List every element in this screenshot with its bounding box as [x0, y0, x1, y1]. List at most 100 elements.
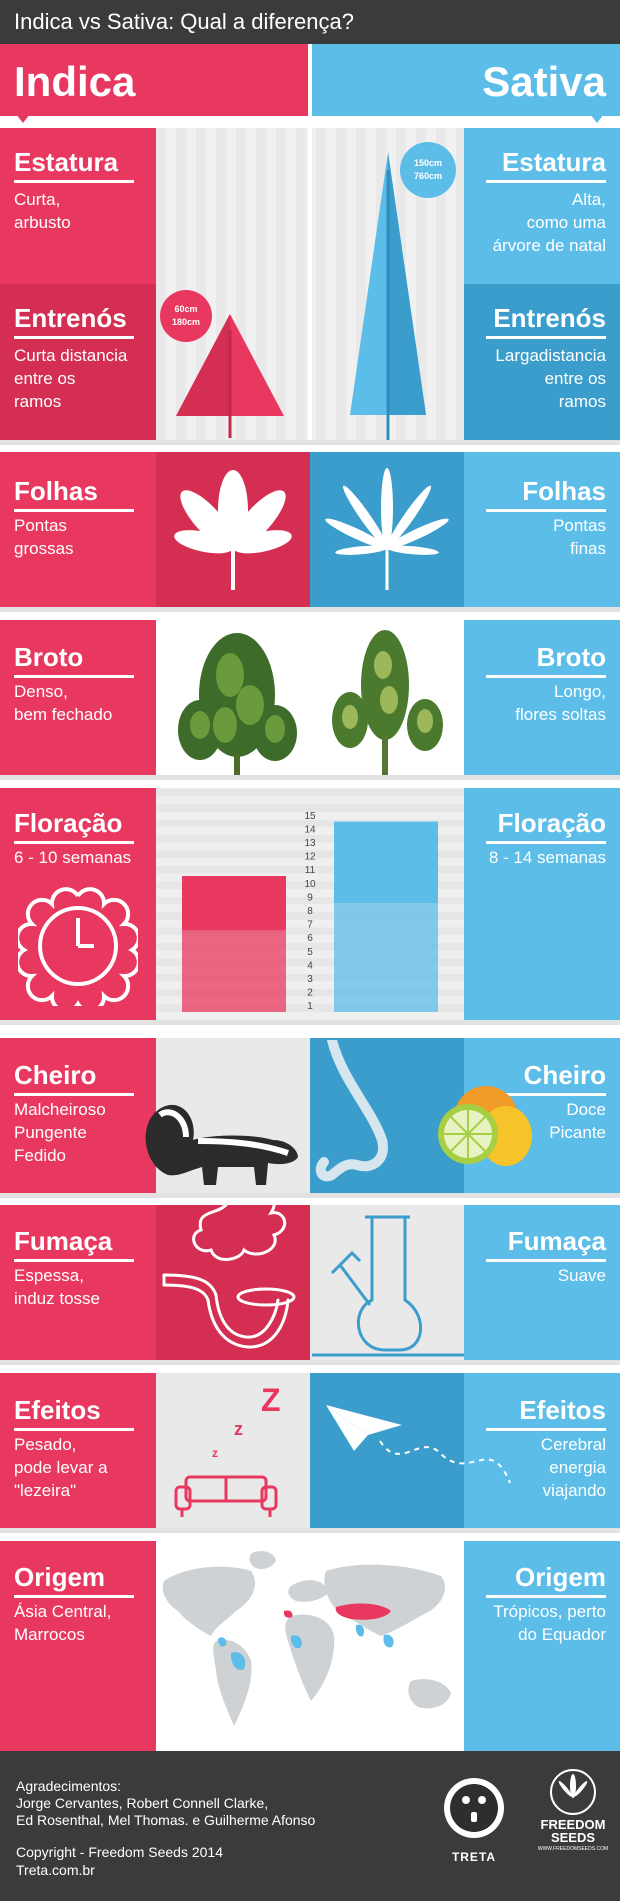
nose-icon: [315, 1040, 388, 1182]
heading-underline: [14, 841, 134, 844]
week-tick-label: 9: [307, 892, 313, 903]
folhas-heading-left: Folhas: [14, 476, 98, 506]
heading-underline: [14, 1595, 134, 1598]
heading-underline: [486, 336, 606, 339]
sativa-height-badge-text: 150cm 760cm: [413, 158, 443, 181]
flowering-weeks-chart: 15 14 13 12 11 10 9 8 7 6 5 4 3 2 1: [182, 811, 438, 1012]
broto-sativa-text: Longo, flores soltas: [515, 682, 606, 724]
week-tick-label: 15: [304, 811, 316, 822]
fumaca-heading-right: Fumaça: [507, 1226, 606, 1256]
indica-banner-pointer: [16, 114, 30, 123]
sativa-title: Sativa: [482, 58, 606, 105]
heading-underline: [14, 675, 134, 678]
efeitos-heading-right: Efeitos: [519, 1395, 606, 1425]
heading-underline: [486, 675, 606, 678]
origem-heading-left: Origem: [14, 1562, 106, 1592]
folhas-heading-right: Folhas: [522, 476, 606, 506]
estatura-sativa-text: Alta, como uma árvore de natal: [492, 190, 606, 255]
week-tick-label: 3: [307, 974, 313, 985]
pipe-icon: [162, 1205, 296, 1349]
week-tick-label: 11: [305, 865, 316, 876]
sativa-flowering-max-bar: [334, 821, 438, 904]
week-tick-label: 1: [307, 1001, 313, 1012]
broto-indica-text: Denso, bem fechado: [14, 682, 113, 724]
origem-sativa-text: Trópicos, perto do Equador: [493, 1602, 606, 1644]
fumaca-heading-left: Fumaça: [14, 1226, 113, 1256]
indica-bud-image: [178, 633, 297, 775]
efeitos-sativa-text: Cerebral energia viajando: [540, 1435, 606, 1500]
heading-underline: [14, 1428, 134, 1431]
indica-height-badge: 60cm 180cm: [160, 290, 212, 342]
week-tick-label: 14: [304, 824, 316, 835]
folhas-indica-text: Pontas grossas: [14, 516, 74, 558]
heading-underline: [486, 509, 606, 512]
origem-heading-right: Origem: [514, 1562, 606, 1592]
origem-indica-text: Ásia Central, Marrocos: [14, 1602, 112, 1644]
floracao-sativa-text: 8 - 14 semanas: [488, 848, 606, 867]
cheiro-sativa-text: Doce Picante: [549, 1100, 606, 1142]
week-tick-label: 8: [307, 906, 313, 917]
heading-underline: [14, 180, 134, 183]
heading-underline: [486, 180, 606, 183]
paper-plane-icon: [326, 1405, 511, 1484]
heading-underline: [486, 1259, 606, 1262]
footer-site-link[interactable]: Treta.com.br: [16, 1862, 95, 1878]
sativa-banner-pointer: [590, 114, 604, 123]
efeitos-indica-text: Pesado, pode levar a "lezeira": [14, 1435, 108, 1500]
cheiro-indica-text: Malcheiroso Pungente Fedido: [14, 1100, 106, 1165]
section-separator: [0, 1193, 620, 1198]
bong-icon: [312, 1215, 464, 1357]
cheiro-heading-left: Cheiro: [14, 1060, 97, 1090]
heading-underline: [486, 841, 606, 844]
week-tick-label: 13: [304, 838, 316, 849]
svg-text:z: z: [212, 1446, 218, 1460]
week-tick-label: 2: [307, 988, 313, 999]
center-divider: [308, 128, 312, 440]
section-separator: [0, 607, 620, 612]
section-separator: [0, 1020, 620, 1025]
sativa-leaf-icon: [325, 468, 449, 590]
indica-leaf-icon: [174, 470, 292, 590]
freedom-seeds-url: WWW.FREEDOMSEEDS.COM: [537, 1846, 609, 1852]
world-map-icon: [162, 1551, 451, 1726]
freedom-seeds-logo-text: FREEDOM SEEDS: [540, 1817, 606, 1845]
sativa-height-badge: 150cm 760cm: [400, 142, 456, 198]
citrus-icon: [438, 1086, 532, 1166]
page-title: Indica vs Sativa: Qual a diferença?: [14, 9, 354, 34]
svg-text:z: z: [234, 1419, 243, 1439]
sleep-sofa-icon: Z z z: [174, 1382, 281, 1517]
clock-icon: [18, 887, 138, 1006]
floracao-heading-left: Floração: [14, 808, 123, 838]
treta-logo-icon: [444, 1778, 504, 1838]
entrenos-heading-right: Entrenós: [493, 303, 606, 333]
section-separator: [0, 775, 620, 780]
section-separator: [0, 1360, 620, 1365]
week-tick-label: 5: [307, 947, 313, 958]
estatura-heading-left: Estatura: [14, 147, 119, 177]
heading-underline: [486, 1595, 606, 1598]
broto-heading-right: Broto: [536, 642, 606, 672]
folhas-sativa-text: Pontas finas: [553, 516, 606, 558]
estatura-heading-right: Estatura: [501, 147, 606, 177]
indica-flowering-max-bar: [182, 876, 286, 931]
heading-underline: [14, 509, 134, 512]
week-tick-label: 12: [304, 852, 316, 863]
section-separator: [0, 1528, 620, 1533]
svg-text:Z: Z: [261, 1382, 281, 1418]
floracao-heading-right: Floração: [497, 808, 606, 838]
week-tick-label: 10: [304, 879, 316, 890]
treta-logo-text: TRETA: [451, 1850, 497, 1864]
entrenos-heading-left: Entrenós: [14, 303, 127, 333]
sativa-flowering-min-bar: [334, 903, 438, 1012]
heading-underline: [14, 336, 134, 339]
fumaca-sativa-text: Suave: [557, 1266, 606, 1285]
entrenos-indica-text: Curta distancia entre os ramos: [14, 346, 128, 411]
week-tick-label: 6: [307, 933, 313, 944]
skunk-icon: [145, 1104, 298, 1185]
heading-underline: [14, 1259, 134, 1262]
indica-title: Indica: [14, 58, 136, 105]
freedom-seeds-logo-icon: [550, 1769, 596, 1815]
footer-copyright: Copyright - Freedom Seeds 2014: [16, 1844, 223, 1860]
sativa-bud-image: [332, 630, 443, 775]
heading-underline: [14, 1093, 134, 1096]
